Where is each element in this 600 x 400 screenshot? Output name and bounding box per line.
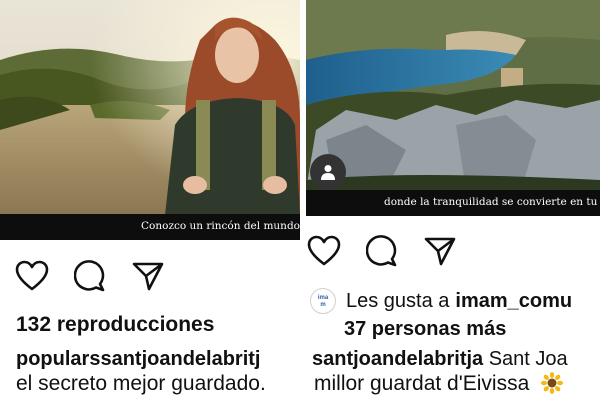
comment-icon [74, 260, 105, 292]
svg-text:ima: ima [318, 295, 329, 301]
likes-others[interactable]: 37 personas más [344, 318, 506, 341]
likes-prefix: Les gusta a [346, 289, 450, 312]
video-subtitle: Conozco un rincón del mundo [141, 220, 300, 232]
share-icon [132, 262, 164, 291]
sunflower-emoji-icon [541, 372, 564, 394]
views-count: 132 reproducciones [16, 313, 215, 336]
comment-button[interactable] [364, 233, 400, 269]
post-caption: millor guardat d'Eivissa [314, 372, 530, 395]
post-left: Conozco un rincón del mundo 132 reproduc… [0, 0, 300, 400]
post-caption-line: millor guardat d'Eivissa [314, 372, 564, 396]
video-thumbnail-image [306, 0, 600, 216]
share-icon [424, 237, 456, 266]
tagged-user-button[interactable] [310, 154, 346, 190]
heart-icon [15, 260, 49, 291]
liker-username[interactable]: imam_comu [455, 290, 572, 313]
post-username[interactable]: popularssantjoandelabritj [16, 348, 260, 371]
heart-icon [307, 235, 341, 266]
liker-avatar[interactable]: ima m [310, 288, 336, 314]
user-icon [321, 165, 335, 180]
post-username-line: santjoandelabritja Sant Joa [312, 348, 568, 371]
post-username[interactable]: santjoandelabritja [312, 348, 483, 370]
imam-logo-icon: ima m [318, 295, 329, 308]
like-button[interactable] [14, 258, 50, 294]
post-actions [306, 233, 480, 269]
post-actions [14, 258, 188, 294]
video-frame-coast[interactable]: donde la tranquilidad se convierte en tu… [306, 0, 600, 216]
like-button[interactable] [306, 233, 342, 269]
video-subtitle: donde la tranquilidad se convierte en tu… [384, 196, 600, 208]
comment-button[interactable] [72, 258, 108, 294]
subtitle-bar: donde la tranquilidad se convierte en tu… [306, 190, 600, 216]
post-caption-start: Sant Joa [488, 348, 568, 370]
video-thumbnail-image [0, 0, 300, 240]
share-button[interactable] [130, 258, 166, 294]
subtitle-bar: Conozco un rincón del mundo [0, 214, 300, 240]
comment-icon [366, 235, 397, 267]
share-button[interactable] [422, 233, 458, 269]
svg-text:m: m [320, 302, 325, 308]
video-frame-hiker[interactable]: Conozco un rincón del mundo [0, 0, 300, 240]
post-right: donde la tranquilidad se convierte en tu… [306, 0, 600, 400]
likes-summary: ima m Les gusta a imam_comu [310, 288, 572, 314]
post-caption: el secreto mejor guardado. [16, 372, 266, 395]
